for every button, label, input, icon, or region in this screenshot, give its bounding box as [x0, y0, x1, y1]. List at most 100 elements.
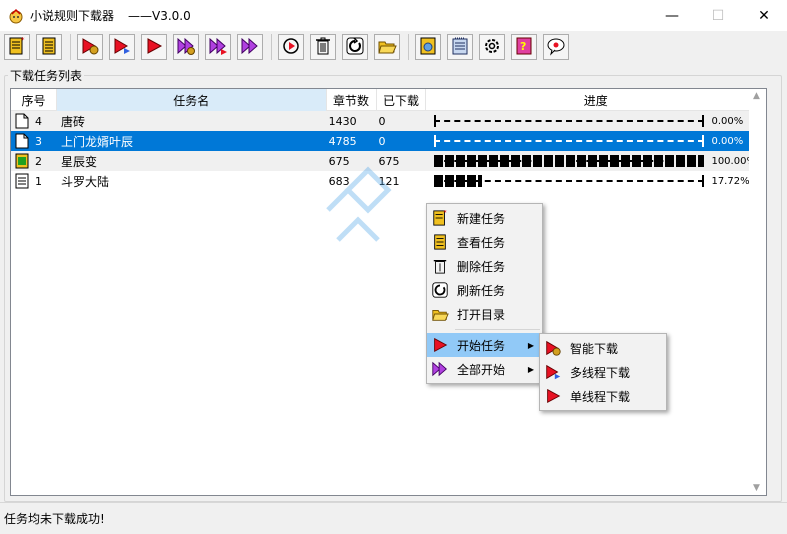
- multi-thread-download-icon: [112, 36, 132, 59]
- title-bar: 小说规则下载器 ——V3.0.0 — ☐ ✕: [0, 0, 787, 31]
- app-logo-icon: [8, 8, 24, 24]
- menu-separator: [455, 329, 540, 330]
- task-list-view[interactable]: 序号 任务名 章节数 已下载 进度 4 唐砖 1430 0 0.00% 3 上门龙婿叶辰 47…: [10, 88, 767, 496]
- task-list-group-title: 下载任务列表: [8, 67, 85, 84]
- multi-thread-download-icon: [544, 363, 562, 381]
- notepad-button[interactable]: [447, 34, 473, 60]
- multi-thread-download-button[interactable]: [109, 34, 135, 60]
- start-all-icon: [240, 36, 260, 59]
- column-header-chapters[interactable]: 章节数: [327, 89, 377, 111]
- maximize-button[interactable]: ☐: [695, 0, 741, 31]
- folder-icon: [431, 305, 449, 323]
- row-index-cell: 1: [11, 171, 57, 191]
- menu-item-refresh-task[interactable]: 刷新任务: [427, 278, 542, 302]
- menu-item-open-folder[interactable]: 打开目录: [427, 302, 542, 326]
- multi-thread-download-all-icon: [208, 36, 228, 59]
- task-list-rows: 4 唐砖 1430 0 0.00% 3 上门龙婿叶辰 4785 0 0.00% 2 星辰变 675 675…: [11, 111, 766, 191]
- task-context-menu: * 新建任务 查看任务 删除任务 刷新任务 打开目录 开始任务 ▶ 全部开始 ▶: [426, 203, 543, 384]
- export-icon: [419, 36, 437, 59]
- row-index: 1: [35, 174, 42, 188]
- submenu-arrow-icon: ▶: [527, 340, 534, 350]
- submenu-item-smart-download[interactable]: 智能下载: [540, 336, 666, 360]
- window-title: 小说规则下载器: [30, 9, 115, 23]
- row-index: 3: [35, 134, 42, 148]
- status-message: 任务均未下载成功!: [4, 512, 105, 526]
- reload-play-button[interactable]: [278, 34, 304, 60]
- column-header-index[interactable]: 序号: [11, 89, 57, 111]
- open-folder-button[interactable]: [374, 34, 400, 60]
- table-row[interactable]: 3 上门龙婿叶辰 4785 0 0.00%: [11, 131, 766, 151]
- start-all-button[interactable]: [237, 34, 263, 60]
- smart-download-all-button[interactable]: [173, 34, 199, 60]
- smart-download-icon: [544, 339, 562, 357]
- row-index: 2: [35, 154, 42, 168]
- svg-text:*: *: [444, 209, 447, 216]
- menu-item-label: 删除任务: [457, 259, 506, 274]
- row-downloaded-count: 121: [378, 174, 400, 188]
- toolbar: * ?: [0, 31, 787, 63]
- menu-item-view-task[interactable]: 查看任务: [427, 230, 542, 254]
- smart-download-button[interactable]: [77, 34, 103, 60]
- row-progress-cell: 0.00%: [426, 131, 766, 151]
- single-thread-download-icon: [544, 387, 562, 405]
- refresh-task-button[interactable]: [342, 34, 368, 60]
- table-row[interactable]: 4 唐砖 1430 0 0.00%: [11, 111, 766, 131]
- vertical-scrollbar[interactable]: ▲ ▼: [749, 89, 766, 495]
- row-downloaded-count: 0: [378, 114, 386, 128]
- smart-download-icon: [80, 36, 100, 59]
- submenu-item-single-thread-download[interactable]: 单线程下载: [540, 384, 666, 408]
- row-chapter-count: 675: [328, 154, 350, 168]
- minimize-button[interactable]: —: [649, 0, 695, 31]
- start-all-icon: [431, 360, 449, 378]
- single-thread-download-button[interactable]: [141, 34, 167, 60]
- row-progress-cell: 100.00%: [426, 151, 766, 171]
- folder-icon: [377, 36, 397, 59]
- row-task-name: 斗罗大陆: [60, 174, 109, 189]
- column-header-downloaded[interactable]: 已下载: [377, 89, 427, 111]
- menu-item-start-all[interactable]: 全部开始 ▶: [427, 357, 542, 381]
- table-row[interactable]: 2 星辰变 675 675 100.00%: [11, 151, 766, 171]
- row-task-name: 星辰变: [60, 154, 97, 169]
- scroll-down-icon[interactable]: ▼: [753, 483, 760, 493]
- menu-item-label: 新建任务: [457, 211, 506, 226]
- menu-item-label: 刷新任务: [457, 283, 506, 298]
- submenu-item-label: 智能下载: [570, 341, 619, 356]
- row-downloaded-count: 675: [378, 154, 400, 168]
- submenu-arrow-icon: ▶: [527, 364, 534, 374]
- row-index-cell: 2: [11, 151, 57, 171]
- export-button[interactable]: [415, 34, 441, 60]
- column-header-progress[interactable]: 进度: [426, 89, 766, 111]
- help-button[interactable]: ?: [511, 34, 537, 60]
- progress-bar: [434, 175, 705, 187]
- menu-item-label: 查看任务: [457, 235, 506, 250]
- row-chapter-count: 683: [328, 174, 350, 188]
- submenu-item-multi-thread-download[interactable]: 多线程下载: [540, 360, 666, 384]
- submenu-item-label: 多线程下载: [570, 365, 631, 380]
- single-thread-download-icon: [144, 36, 164, 59]
- close-button[interactable]: ✕: [741, 0, 787, 31]
- table-row[interactable]: 1 斗罗大陆 683 121 17.72%: [11, 171, 766, 191]
- menu-item-delete-task[interactable]: 删除任务: [427, 254, 542, 278]
- notebook-icon: [15, 173, 29, 189]
- column-header-name[interactable]: 任务名: [56, 89, 327, 111]
- delete-task-button[interactable]: [310, 34, 336, 60]
- view-task-button[interactable]: [36, 34, 62, 60]
- trash-icon: [431, 257, 449, 275]
- new-task-button[interactable]: *: [4, 34, 30, 60]
- document-icon: [15, 113, 29, 129]
- menu-item-label: 全部开始: [457, 362, 506, 377]
- new-task-icon: *: [8, 36, 26, 59]
- menu-item-new-task[interactable]: * 新建任务: [427, 206, 542, 230]
- smart-download-all-icon: [176, 36, 196, 59]
- progress-bar: [434, 115, 705, 127]
- help-icon: ?: [515, 36, 533, 59]
- progress-percent: 17.72%: [711, 175, 750, 187]
- progress-bar: [434, 155, 705, 167]
- multi-thread-download-all-button[interactable]: [205, 34, 231, 60]
- status-bar: 任务均未下载成功!: [0, 502, 787, 534]
- chat-button[interactable]: [543, 34, 569, 60]
- settings-button[interactable]: [479, 34, 505, 60]
- menu-item-start-task[interactable]: 开始任务 ▶: [427, 333, 542, 357]
- scroll-up-icon[interactable]: ▲: [753, 91, 760, 101]
- row-downloaded-count: 0: [378, 134, 386, 148]
